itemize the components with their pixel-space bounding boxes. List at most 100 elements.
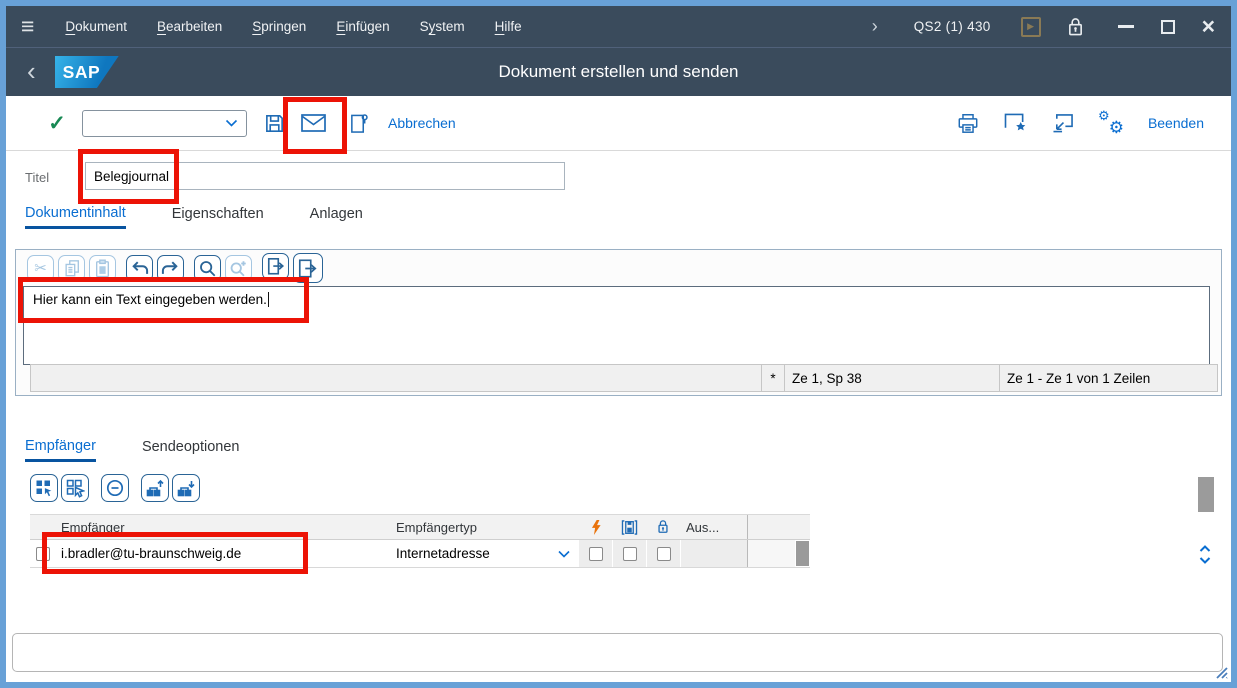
redo-button[interactable] (157, 255, 184, 282)
chevron-down-icon[interactable] (558, 550, 570, 558)
table-row[interactable]: i.bradler@tu-braunschweig.de Internetadr… (30, 540, 810, 568)
cut-button[interactable]: ✂ (27, 255, 54, 282)
session-lock-icon (1067, 17, 1084, 37)
recipient-type-value: Internetadresse (396, 546, 490, 561)
deselect-all-button[interactable] (61, 474, 89, 502)
menu-item-springen[interactable]: Springen (237, 6, 321, 47)
gui-scripting-icon[interactable]: ▶ (1021, 17, 1041, 37)
cancel-button[interactable]: Abbrechen (388, 115, 456, 131)
application-toolbar: ✓ Abbrechen (6, 96, 1231, 151)
recipient-cell[interactable]: i.bradler@tu-braunschweig.de (55, 540, 390, 567)
save-button[interactable] (261, 110, 288, 137)
document-attachment-icon (349, 113, 368, 134)
title-input[interactable] (85, 162, 565, 190)
menu-item-dokument[interactable]: Dokument (50, 6, 142, 47)
select-all-icon (34, 478, 54, 498)
recipient-type-cell[interactable]: Internetadresse (390, 540, 578, 567)
remove-recipient-button[interactable] (101, 474, 129, 502)
select-all-button[interactable] (30, 474, 58, 502)
express-column-icon (578, 515, 612, 539)
row-select-checkbox[interactable] (36, 547, 50, 561)
printer-icon (957, 113, 979, 134)
document-transfer-icon (266, 257, 286, 276)
editor-textarea[interactable]: Hier kann ein Text eingegeben werden. (23, 286, 1210, 365)
mail-envelope-icon (301, 114, 326, 132)
find-button[interactable] (194, 255, 221, 282)
maximize-button[interactable] (1161, 20, 1175, 34)
attach-document-button[interactable] (345, 110, 372, 137)
redo-icon (161, 260, 180, 277)
find-next-button[interactable] (225, 255, 252, 282)
copy-checkbox[interactable] (623, 547, 637, 561)
tab-sendeoptionen[interactable]: Sendeoptionen (142, 432, 240, 462)
menu-item-einfuegen[interactable]: Einfügen (321, 6, 404, 47)
exit-button[interactable]: Beenden (1148, 115, 1204, 131)
system-session-id: QS2 (1) 430 (914, 19, 991, 34)
move-down-hierarchy-button[interactable] (172, 474, 200, 502)
row-scroll-buttons (1199, 545, 1211, 564)
copy-icon (63, 259, 81, 278)
tab-dokumentinhalt[interactable]: Dokumentinhalt (25, 199, 126, 229)
settings-gears-icon[interactable]: ⚙ ⚙ (1099, 111, 1123, 135)
resize-grip[interactable] (1209, 660, 1229, 680)
create-shortcut-button[interactable] (1052, 113, 1074, 133)
status-modified-flag: * (761, 365, 784, 391)
editor-toolbar: ✂ (16, 250, 1221, 286)
overflow-chevron-icon[interactable]: › (872, 16, 878, 37)
table-scrollbar[interactable] (795, 540, 810, 567)
minus-circle-icon (105, 478, 125, 498)
lightning-icon (590, 519, 601, 536)
editor-text: Hier kann ein Text eingegeben werden. (33, 292, 267, 307)
sap-window: ≡ Dokument Bearbeiten Springen Einfügen … (0, 0, 1237, 688)
close-button[interactable]: × (1202, 15, 1215, 38)
tab-anlagen[interactable]: Anlagen (310, 199, 363, 229)
minimize-button[interactable] (1118, 25, 1134, 28)
print-button[interactable] (957, 113, 979, 134)
menu-item-system[interactable]: System (405, 6, 480, 47)
express-checkbox[interactable] (589, 547, 603, 561)
import-text-button[interactable] (262, 253, 289, 280)
undo-icon (130, 260, 149, 277)
command-field[interactable] (82, 110, 247, 137)
section-scrollbar-thumb[interactable] (1198, 477, 1214, 512)
undo-button[interactable] (126, 255, 153, 282)
tab-eigenschaften[interactable]: Eigenschaften (172, 199, 264, 229)
page-title: Dokument erstellen und senden (6, 62, 1231, 82)
enter-check-button[interactable]: ✓ (44, 111, 70, 136)
document-tabstrip: Dokumentinhalt Eigenschaften Anlagen (25, 199, 363, 229)
new-session-button[interactable] (1004, 113, 1027, 133)
menu-bar: ≡ Dokument Bearbeiten Springen Einfügen … (6, 6, 1231, 48)
export-text-button[interactable] (293, 253, 323, 283)
chevron-down-icon[interactable] (1199, 557, 1211, 564)
status-message-bar[interactable] (12, 633, 1223, 672)
clipboard-paste-icon (94, 259, 111, 278)
scissors-icon: ✂ (34, 261, 47, 276)
aus-cell (680, 540, 748, 567)
recipient-tabstrip: Empfänger Sendeoptionen (25, 432, 240, 462)
title-field-label: Titel (25, 170, 49, 185)
menu-items: Dokument Bearbeiten Springen Einfügen Sy… (50, 6, 536, 47)
window-shortcut-icon (1052, 113, 1074, 133)
toolbar-right: ⚙ ⚙ Beenden (957, 111, 1231, 135)
move-up-hierarchy-button[interactable] (141, 474, 169, 502)
menu-item-bearbeiten[interactable]: Bearbeiten (142, 6, 237, 47)
table-scrollbar-thumb[interactable] (796, 541, 809, 566)
tab-empfaenger[interactable]: Empfänger (25, 432, 96, 462)
status-line-info: Ze 1 - Ze 1 von 1 Zeilen (999, 365, 1217, 391)
status-spacer (31, 365, 761, 391)
chevron-down-icon[interactable] (225, 119, 238, 127)
menu-item-hilfe[interactable]: Hilfe (480, 6, 537, 47)
search-icon (198, 259, 217, 278)
hamburger-menu-icon[interactable]: ≡ (6, 15, 50, 38)
blind-copy-checkbox[interactable] (657, 547, 671, 561)
send-mail-button[interactable] (300, 110, 327, 137)
chevron-up-icon[interactable] (1199, 545, 1211, 552)
recipient-table-toolbar (30, 474, 203, 502)
copy-button[interactable] (58, 255, 85, 282)
back-button[interactable]: ‹ (6, 58, 55, 86)
header-recipient: Empfänger (55, 515, 390, 539)
paste-button[interactable] (89, 255, 116, 282)
save-icon (264, 113, 285, 134)
copy-column-icon (612, 515, 646, 539)
document-export-icon (297, 258, 319, 279)
